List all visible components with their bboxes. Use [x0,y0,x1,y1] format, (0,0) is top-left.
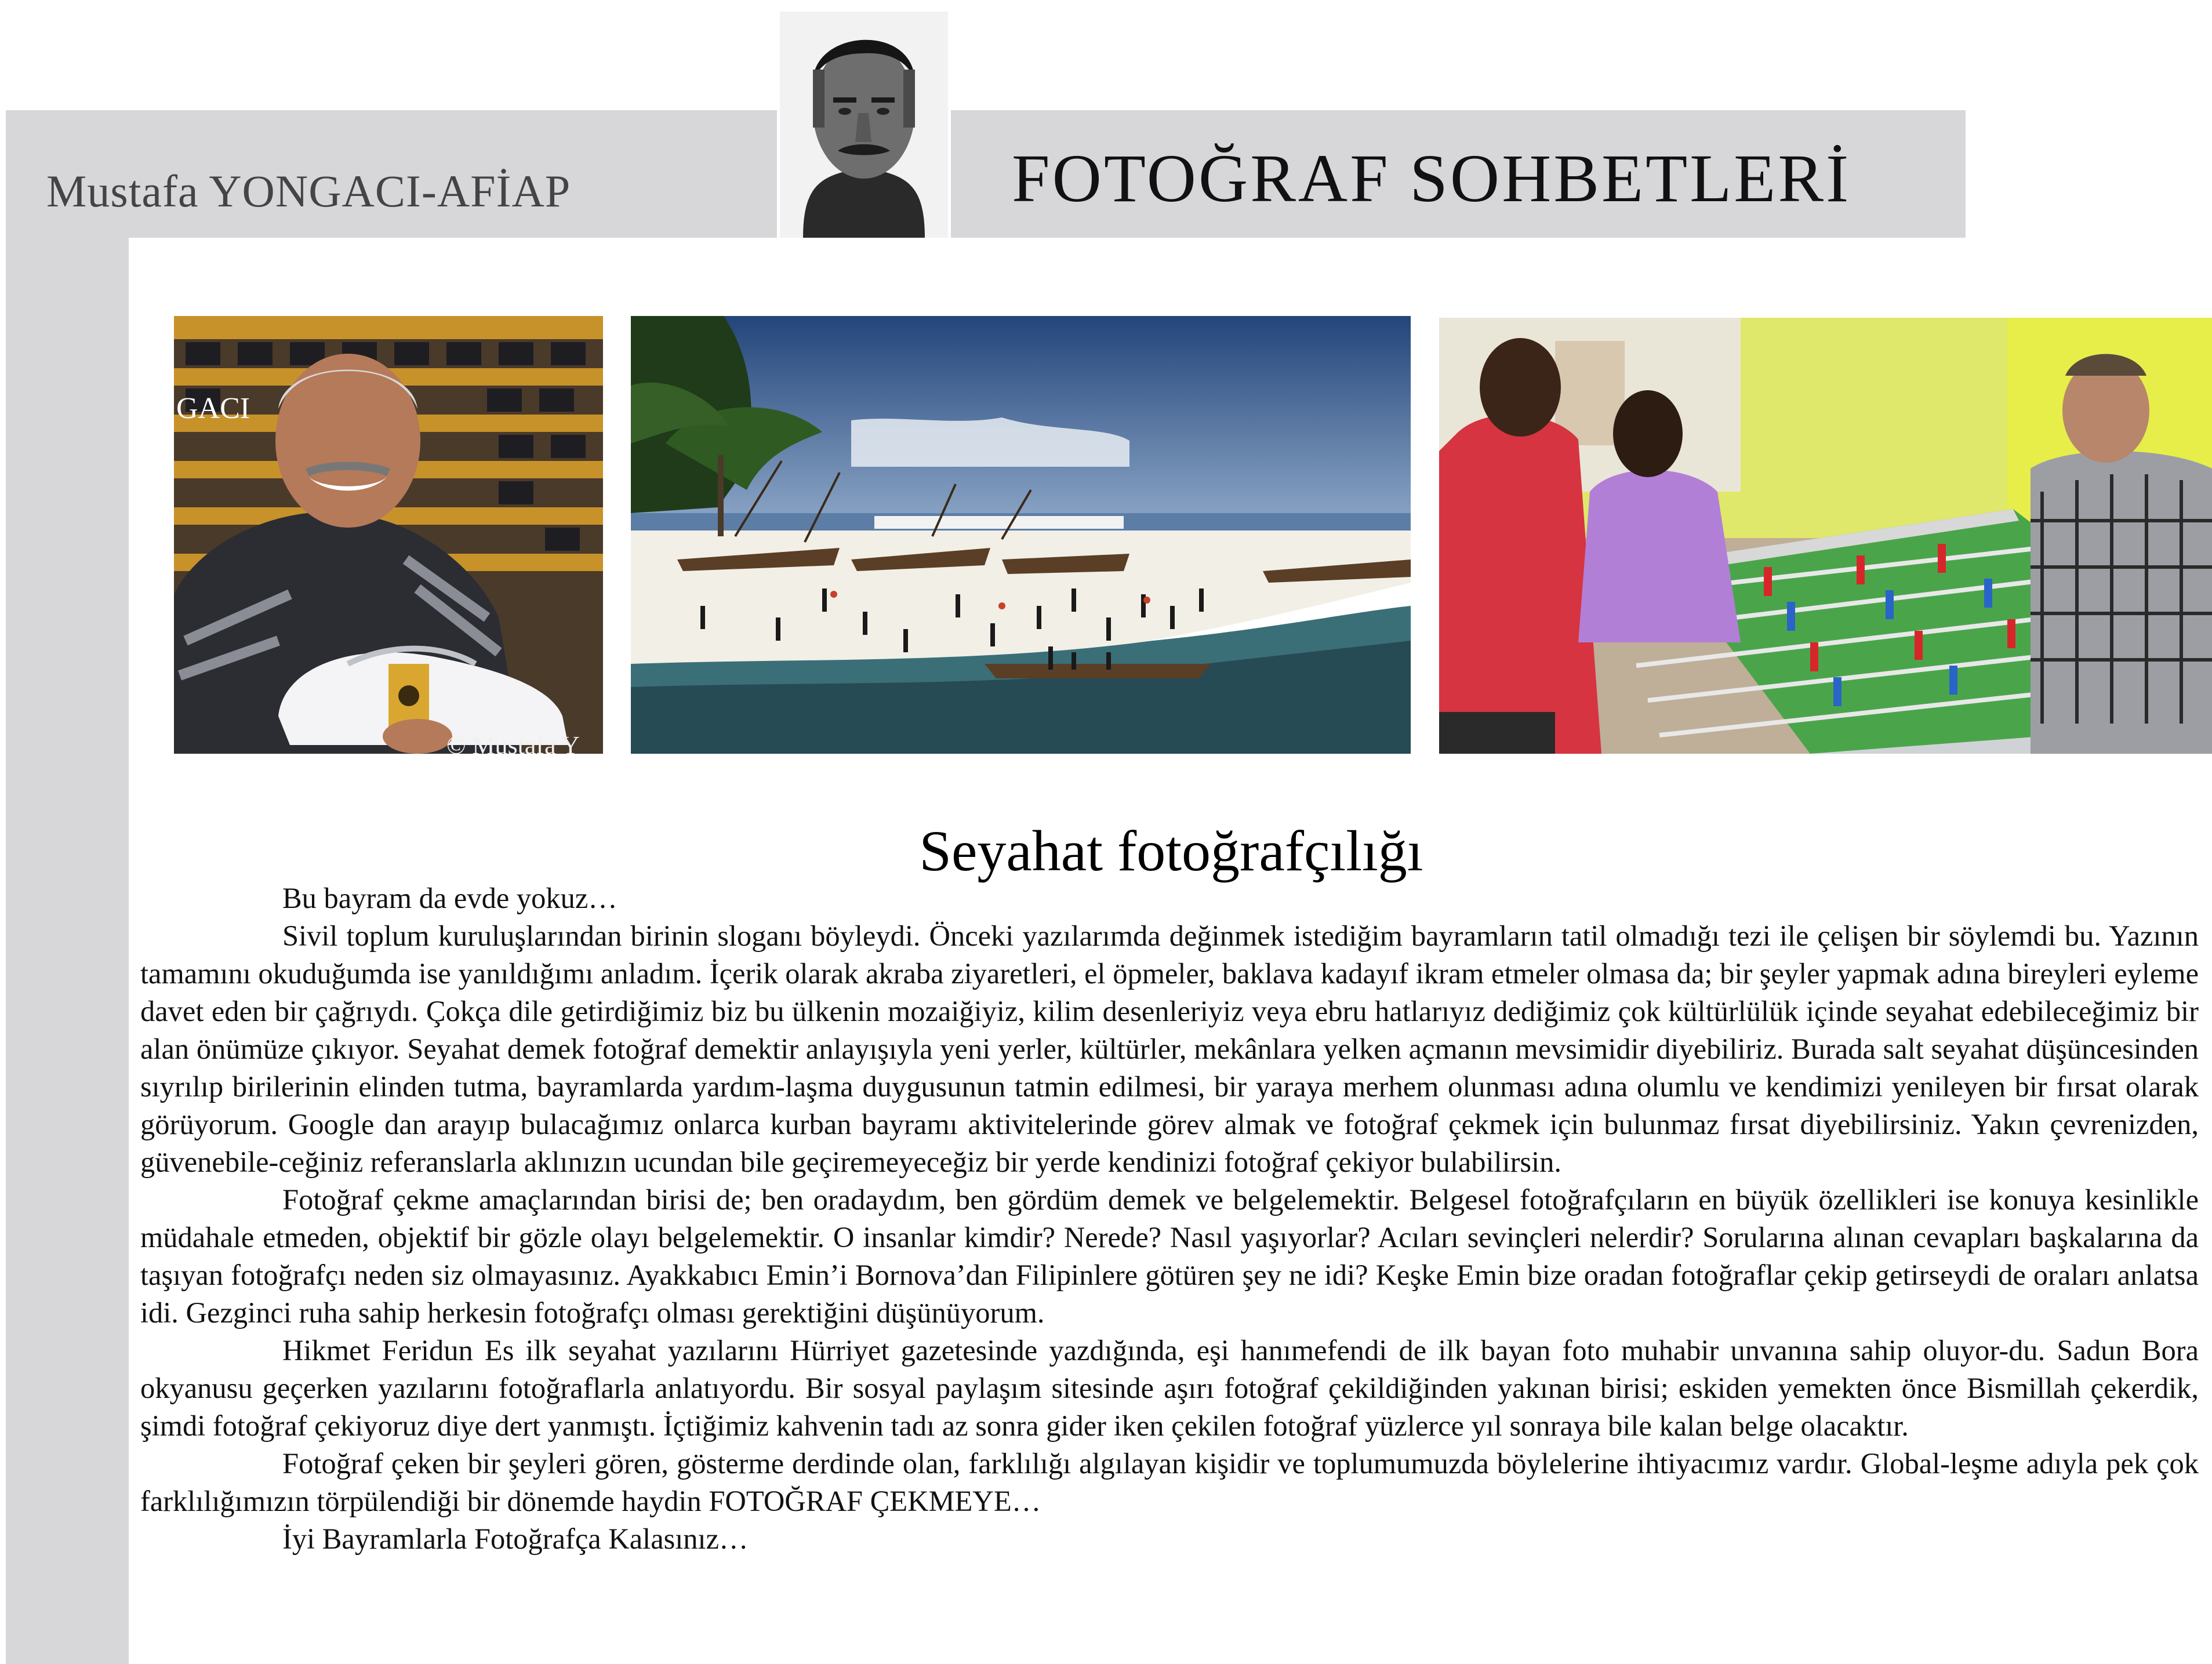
photo-foosball [1439,318,2212,754]
photo-copyright: © Mustafa Y [446,731,580,754]
photo-shoe-seller: GACI © Mustafa Y [174,316,603,754]
paragraph-5: Fotoğraf çeken bir şeyleri gören, göster… [140,1447,2199,1517]
paragraph-4: Hikmet Feridun Es ilk seyahat yazılarını… [140,1334,2199,1442]
photo-beach [631,316,1411,754]
paragraph-3: Fotoğraf çekme amaçlarından birisi de; b… [140,1183,2199,1329]
photo-watermark-label: GACI [176,392,250,425]
left-margin-band [6,238,129,1664]
column-title: FOTOĞRAF SOHBETLERİ [1012,140,1851,216]
paragraph-1: Bu bayram da evde yokuz… [282,882,618,914]
article-body: Bu bayram da evde yokuz… Sivil toplum ku… [140,880,2199,1558]
author-portrait [780,12,948,238]
paragraph-2: Sivil toplum kuruluşlarından birinin slo… [140,920,2199,1178]
article-title: Seyahat fotoğrafçılığı [919,819,1423,883]
paragraph-6: İyi Bayramlarla Fotoğrafça Kalasınız… [282,1523,749,1555]
author-name: Mustafa YONGACI-AFİAP [46,166,571,216]
